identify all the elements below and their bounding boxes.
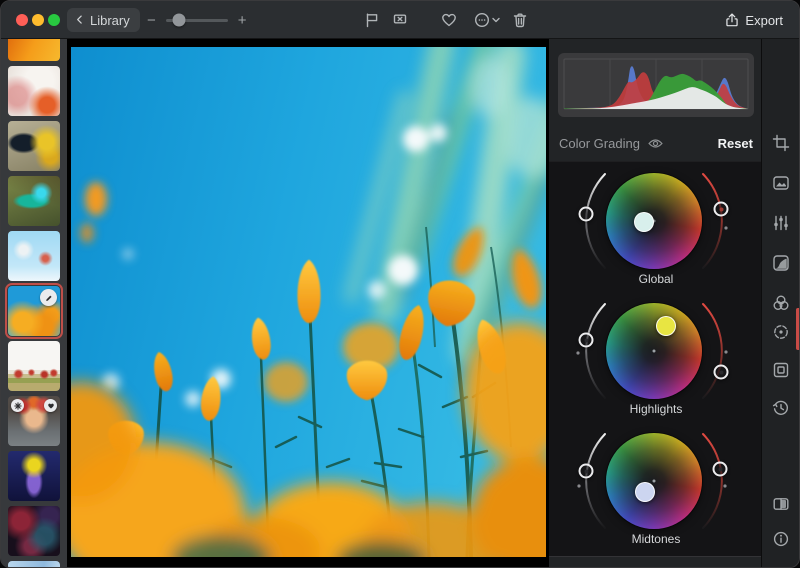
square-in-square-icon [772,361,790,379]
thumbnail-green-hummingbird[interactable] [8,176,60,226]
reject-flag-button[interactable] [391,11,409,29]
heart-small-icon [47,402,55,410]
thumbnail-poppy-meadow[interactable] [8,341,60,391]
zoom-control: − + [147,1,247,39]
favorite-badge [44,399,57,412]
photo-view[interactable] [71,47,546,557]
curves-icon [772,254,790,272]
midtones-left-arc-handle[interactable] [579,464,594,479]
thumbnail-list [8,39,60,567]
wheel-center-dot [653,350,656,353]
reset-button[interactable]: Reset [718,136,753,151]
history-clock-icon [772,399,790,417]
overlapping-circles-icon [772,294,790,312]
thumbnail-boy-flower-crown[interactable] [8,396,60,446]
crop-icon [772,134,790,152]
midtones-right-arc-handle[interactable] [713,462,728,477]
minimize-window-button[interactable] [32,14,44,26]
highlights-wheel-handle[interactable] [656,316,676,336]
curves-tool-button[interactable] [768,250,794,276]
thumbnail-hot-air-balloons[interactable] [8,231,60,281]
color-wheel-group-global: Global [549,164,763,294]
color-balance-icon [772,323,790,341]
delete-button[interactable] [511,11,529,29]
chevron-left-icon [73,13,87,27]
global-wheel-handle[interactable] [634,212,654,232]
color-mix-tool-button[interactable] [768,290,794,316]
adjustments-panel: Color Grading Reset Global [549,39,763,567]
crop-tool-button[interactable] [768,130,794,156]
color-balance-tool-button[interactable] [768,319,794,345]
export-button[interactable]: Export [724,9,783,31]
info-icon [772,530,790,548]
wheel-label: Highlights [549,402,763,416]
favorite-button[interactable] [440,11,458,29]
color-wheel-group-highlights: Highlights [549,294,763,424]
close-window-button[interactable] [16,14,28,26]
midtones-wheel-handle[interactable] [635,482,655,502]
poppies-photo [71,47,546,557]
more-options-button[interactable] [473,11,491,29]
global-right-arc-handle[interactable] [714,202,729,217]
histogram-plot [558,53,754,117]
wheel-label: Global [549,272,763,286]
highlights-right-arc-handle[interactable] [714,365,729,380]
eye-icon [648,138,663,149]
editor-canvas [67,39,549,567]
chevron-down-icon [491,15,501,25]
flag-icon [363,11,381,29]
wheel-label: Midtones [549,532,763,546]
ellipsis-circle-icon [473,11,491,29]
flag-button[interactable] [363,11,381,29]
highlights-left-arc-handle[interactable] [579,333,594,348]
thumbnail-dark-flowers[interactable] [8,506,60,556]
history-tool-button[interactable] [768,395,794,421]
color-wheels-section: Global Highlights [549,161,763,557]
back-to-library-button[interactable]: Library [67,8,140,32]
thumbnail-architecture-partial[interactable] [8,561,60,567]
pencil-icon [44,293,54,303]
photo-tool-button[interactable] [768,170,794,196]
zoom-slider[interactable] [166,19,228,22]
flower-icon [14,402,22,410]
color-grading-title: Color Grading [559,136,640,151]
color-wheel-group-midtones: Midtones [549,424,763,554]
compare-tool-button[interactable] [768,491,794,517]
sliders-icon [772,214,790,232]
more-options-chevron[interactable] [491,11,501,29]
edited-badge [40,289,57,306]
visibility-toggle[interactable] [648,138,663,149]
zoom-in-button[interactable]: + [238,12,247,29]
trash-icon [511,11,529,29]
thumbnail-hummingbird-yellow-flower[interactable] [8,121,60,171]
adjustments-tool-button[interactable] [768,210,794,236]
histogram [558,53,754,117]
zoom-slider-knob[interactable] [173,14,186,27]
thumbnail-sidebar [1,39,67,567]
vignette-tool-button[interactable] [768,357,794,383]
info-button[interactable] [768,526,794,552]
expand-window-button[interactable] [48,14,60,26]
active-tool-indicator [796,308,799,350]
export-label: Export [745,13,783,28]
color-grading-header: Color Grading Reset [549,131,763,155]
reject-flag-icon [391,11,409,29]
thumbnail-jellyfish[interactable] [8,451,60,501]
title-bar: Library − + Export [1,1,799,39]
back-button-label: Library [90,13,130,28]
thumbnail-petals-droplet[interactable] [8,66,60,116]
zoom-out-button[interactable]: − [147,12,156,29]
heart-icon [440,11,458,29]
photo-icon [772,174,790,192]
wheel-center-dot [653,480,656,483]
effects-badge [11,399,24,412]
global-left-arc-handle[interactable] [579,207,594,222]
app-window: Library − + Export [0,0,800,568]
compare-split-icon [772,495,790,513]
tool-strip [761,39,799,567]
thumbnail-orange-poppies-selected[interactable] [8,286,60,336]
share-icon [724,12,740,28]
thumbnail-orange-abstract[interactable] [8,39,60,61]
